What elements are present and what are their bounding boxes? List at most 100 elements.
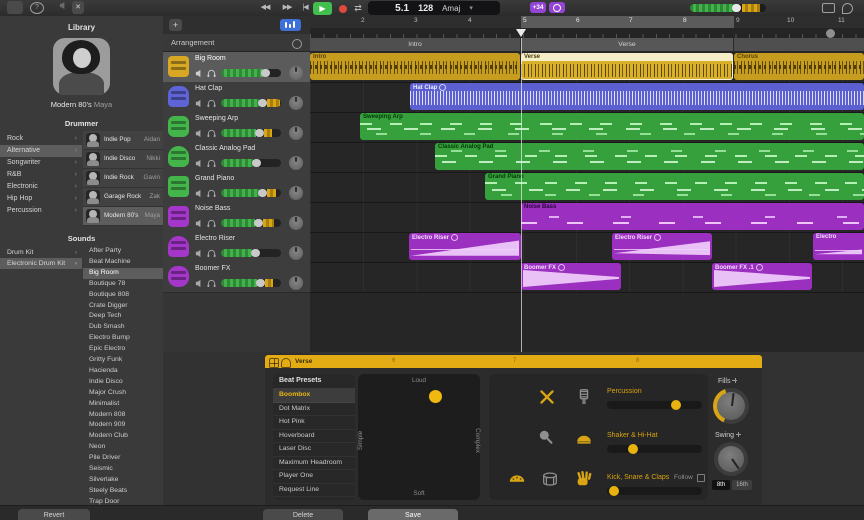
preset-boombox[interactable]: Boombox [273,388,355,403]
solo-headphones-icon[interactable] [207,99,216,108]
playhead-line[interactable] [521,38,522,352]
help-icon[interactable]: ? [30,2,44,14]
kit-electronic-drum-kit[interactable]: Electronic Drum Kit› [0,258,82,269]
track-volume-slider[interactable] [221,279,281,287]
play-button[interactable]: ▶ [313,2,332,15]
mute-icon[interactable] [195,159,204,168]
arrangement-options-icon[interactable] [292,39,302,49]
slider-knob[interactable] [671,400,681,410]
tambourine-icon[interactable] [508,470,526,488]
mute-icon[interactable] [195,69,204,78]
pan-knob[interactable] [289,216,303,230]
pan-knob[interactable] [289,126,303,140]
loop-browser-badge[interactable] [549,2,565,13]
track-header-noise-bass[interactable]: Noise Bass [163,202,310,233]
track-volume-slider[interactable] [221,249,281,257]
region-boomer-fx-1[interactable]: Boomer FX [521,263,621,290]
percussion-slider[interactable] [607,401,702,409]
region-big-room-intro[interactable]: Intro [310,53,520,80]
pan-knob[interactable] [289,246,303,260]
sound-item[interactable]: Seismic [83,464,163,475]
playhead-marker[interactable] [516,29,526,37]
sound-item[interactable]: Modern Club [83,431,163,442]
pan-knob[interactable] [289,276,303,290]
track-header-classic-analog-pad[interactable]: Classic Analog Pad [163,142,310,173]
solo-headphones-icon[interactable] [207,219,216,228]
preset-laser-disc[interactable]: Laser Disc [273,442,355,457]
region-noise-bass[interactable]: Noise Bass [521,203,864,230]
save-button[interactable]: Save [368,509,458,520]
cycle-button[interactable]: ⇄ [351,1,365,15]
sound-item[interactable]: Silverlake [83,475,163,486]
arrangement-section-3[interactable] [734,38,864,51]
solo-headphones-icon[interactable] [207,129,216,138]
track-volume-slider[interactable] [221,99,281,107]
swing-16th-toggle[interactable]: 16th [732,480,752,490]
region-sweeping-arp[interactable]: Sweeping Arp [360,113,864,140]
preset-dot-matrix[interactable]: Dot Matrix [273,402,355,417]
mixer-toggle-button[interactable] [280,19,301,31]
revert-button[interactable]: Revert [18,509,90,520]
shaker-icon[interactable] [575,429,593,447]
swing-knob[interactable] [714,442,748,476]
track-header-hat-clap[interactable]: Hat Clap [163,82,310,113]
drummer-card-indie-rock[interactable]: Indie Rock Gavin [83,169,163,188]
genre-alternative[interactable]: Alternative› [0,145,82,157]
sound-item[interactable]: Boutique 78 [83,279,163,290]
go-to-beginning-button[interactable]: |◀ [298,1,312,15]
drum-icon[interactable] [541,470,559,488]
genre-percussion[interactable]: Percussion› [0,205,82,217]
sound-item[interactable]: Indie Disco [83,377,163,388]
mute-icon[interactable] [195,249,204,258]
track-header-grand-piano[interactable]: Grand Piano [163,172,310,203]
region-classic-analog-pad[interactable]: Classic Analog Pad [435,143,864,170]
region-big-room-chorus[interactable]: Chorus [734,53,864,80]
ruler-zoom-handle[interactable] [826,29,835,38]
region-electro-riser-2[interactable]: Electro Riser [612,233,712,260]
xy-pad-puck[interactable] [429,390,442,403]
mute-icon[interactable] [195,189,204,198]
preset-request-line[interactable]: Request Line [273,483,355,498]
kick-snare-claps-slider[interactable] [607,487,702,495]
genre-rnb[interactable]: R&B› [0,169,82,181]
preset-player-one[interactable]: Player One [273,469,355,484]
track-volume-slider[interactable] [221,219,281,227]
sound-item[interactable]: Crate Digger [83,301,163,312]
pan-knob[interactable] [289,96,303,110]
follow-checkbox[interactable] [697,474,705,482]
sound-item[interactable]: Deep Tech [83,311,163,322]
region-big-room-verse[interactable]: Verse [521,53,733,80]
sound-item[interactable]: Boutique 808 [83,290,163,301]
preset-maximum-headroom[interactable]: Maximum Headroom [273,456,355,471]
region-boomer-fx-2[interactable]: Boomer FX .1 [712,263,812,290]
drummer-card-modern-80s[interactable]: Modern 80's Maya [83,207,163,226]
sound-item[interactable]: Neon [83,442,163,453]
display-icon[interactable] [822,3,835,13]
preset-hot-pink[interactable]: Hot Pink [273,415,355,430]
sound-item-selected[interactable]: Big Room [83,268,163,279]
quick-help-icon[interactable] [842,3,853,14]
track-header-electro-riser[interactable]: Electro Riser [163,232,310,263]
drumsticks-icon[interactable] [538,388,556,406]
region-hat-clap[interactable]: Hat Clap [410,83,864,110]
library-toggle-icon[interactable] [7,1,23,14]
pan-knob[interactable] [289,156,303,170]
sound-library-badge[interactable]: +34 [530,2,546,13]
hand-clap-icon[interactable] [575,470,593,488]
arrangement-track-header[interactable]: Arrangement [163,34,310,52]
genre-electronic[interactable]: Electronic› [0,181,82,193]
pan-knob[interactable] [289,186,303,200]
track-volume-slider[interactable] [221,189,281,197]
solo-headphones-icon[interactable] [207,279,216,288]
close-box-icon[interactable]: ✕ [72,1,84,14]
editor-region-bar[interactable]: Verse 6 7 8 [265,355,762,368]
delete-button[interactable]: Delete [263,509,343,520]
mute-icon[interactable] [195,99,204,108]
genre-rock[interactable]: Rock› [0,133,82,145]
fills-knob[interactable] [713,388,749,424]
drummer-card-garage-rock[interactable]: Garage Rock Zak [83,188,163,207]
arrangement-section-intro[interactable]: Intro [310,38,521,51]
drummer-xy-pad[interactable]: Loud Soft Simple Complex [358,374,480,500]
track-volume-slider[interactable] [221,69,281,77]
sound-item[interactable]: Electro Bump [83,333,163,344]
